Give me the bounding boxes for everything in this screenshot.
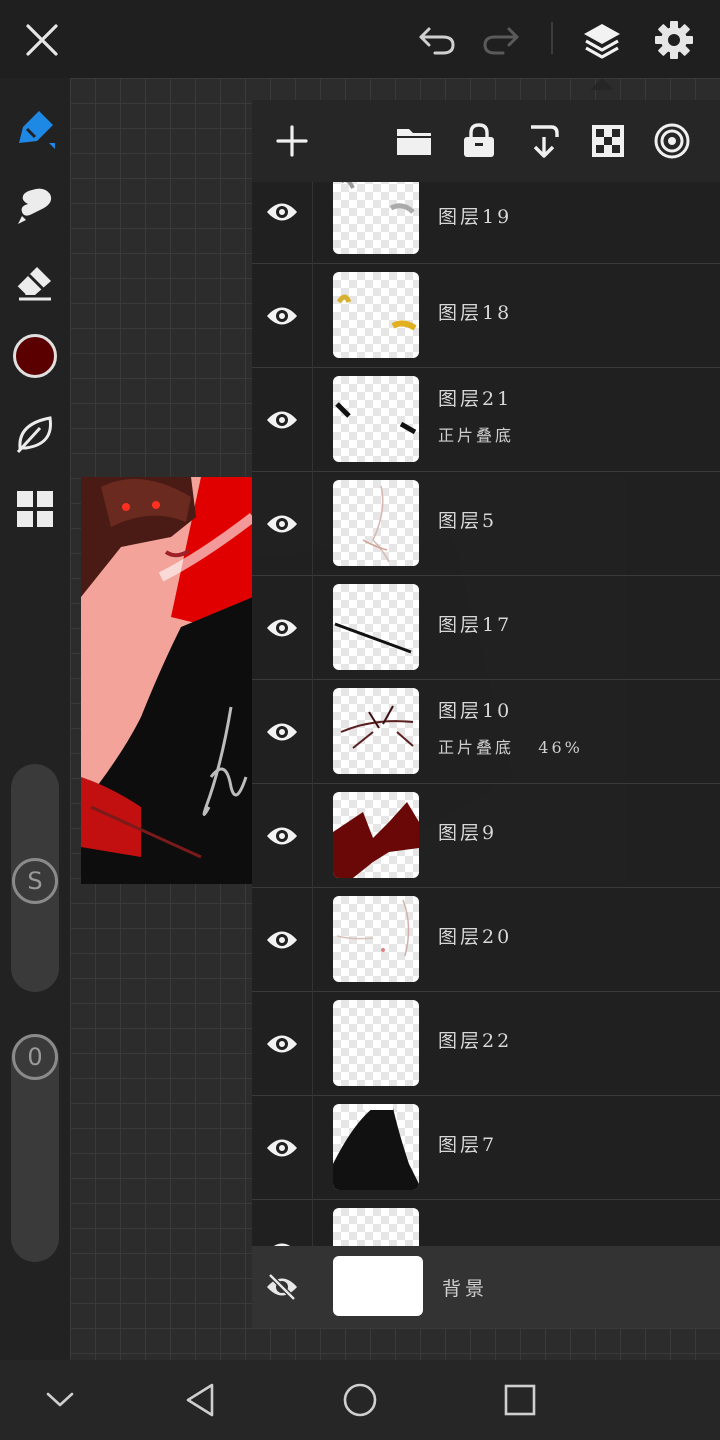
row-divider (312, 1096, 313, 1200)
blend-mode: 正片叠底 (438, 426, 515, 445)
layer-row[interactable]: 图层21 正片叠底 (252, 368, 720, 472)
eye-icon[interactable] (260, 190, 304, 234)
collapse-icon[interactable] (36, 1376, 84, 1424)
row-divider (312, 888, 313, 992)
eye-icon[interactable] (260, 294, 304, 338)
background-layer-row[interactable]: 背景 (252, 1246, 720, 1328)
layer-row[interactable]: 图层10 正片叠底 46% (252, 680, 720, 784)
smudge-icon[interactable] (10, 180, 60, 230)
row-divider (312, 680, 313, 784)
layer-row[interactable]: 图层18 (252, 264, 720, 368)
toolbar-divider (551, 22, 553, 54)
layer-row[interactable]: 图层7 (252, 1096, 720, 1200)
layer-thumbnail (333, 896, 419, 982)
undo-icon[interactable] (412, 16, 462, 64)
layer-panel-toolbar (252, 100, 720, 182)
layer-row[interactable]: 图层5 (252, 472, 720, 576)
size-slider-knob[interactable]: S (12, 858, 58, 904)
settings-icon[interactable] (648, 14, 700, 66)
eye-icon[interactable] (260, 502, 304, 546)
layer-row[interactable]: 图层9 (252, 784, 720, 888)
layer-name: 图层21 (438, 388, 513, 410)
row-divider (312, 992, 313, 1096)
top-bar (0, 0, 720, 78)
target-icon[interactable] (647, 116, 697, 166)
eye-icon[interactable] (260, 918, 304, 962)
layer-name: 图层10 (438, 700, 513, 722)
layers-icon[interactable] (576, 14, 628, 66)
layer-thumbnail (333, 182, 419, 254)
layer-name: 图层7 (438, 1134, 498, 1156)
eye-icon[interactable] (260, 710, 304, 754)
layer-row[interactable]: 图层22 (252, 992, 720, 1096)
transparency-icon[interactable] (583, 116, 633, 166)
app-root: S 0 图层19 图层18 图层21 正片叠底 图层5 图层17 图层10 正片… (0, 0, 720, 1440)
merge-down-icon[interactable] (519, 116, 569, 166)
redo-icon[interactable] (476, 16, 526, 64)
row-divider (312, 368, 313, 472)
layer-thumbnail (333, 480, 419, 566)
layer-name: 图层17 (438, 614, 513, 636)
row-divider (312, 472, 313, 576)
layer-list[interactable]: 图层19 图层18 图层21 正片叠底 图层5 图层17 图层10 正片叠底 4… (252, 182, 720, 1246)
leaf-icon[interactable] (10, 408, 60, 458)
layer-row[interactable]: 图层19 (252, 182, 720, 264)
layer-thumbnail (333, 584, 419, 670)
row-divider (312, 784, 313, 888)
eye-hidden-icon[interactable] (260, 1265, 304, 1309)
recents-icon[interactable] (496, 1376, 544, 1424)
add-icon[interactable] (267, 116, 317, 166)
layer-thumbnail (333, 1000, 419, 1086)
layer-thumbnail (333, 1104, 419, 1190)
layer-row[interactable]: 图层20 (252, 888, 720, 992)
background-thumbnail (333, 1256, 423, 1316)
layer-row[interactable] (252, 1200, 720, 1246)
eye-icon[interactable] (260, 814, 304, 858)
lock-icon[interactable] (454, 116, 504, 166)
layer-name: 图层20 (438, 926, 513, 948)
layer-name: 图层22 (438, 1030, 513, 1052)
opacity-slider-knob[interactable]: 0 (12, 1034, 58, 1080)
layer-name: 图层5 (438, 510, 498, 532)
layer-thumbnail (333, 688, 419, 774)
home-icon[interactable] (336, 1376, 384, 1424)
eye-icon[interactable] (260, 1126, 304, 1170)
blend-mode: 正片叠底 46% (438, 738, 583, 757)
layer-row[interactable]: 图层17 (252, 576, 720, 680)
color-swatch[interactable] (10, 331, 60, 381)
eye-icon[interactable] (260, 1230, 304, 1246)
eye-icon[interactable] (260, 398, 304, 442)
layer-thumbnail (333, 792, 419, 878)
layer-name: 图层18 (438, 302, 513, 324)
folder-icon[interactable] (389, 116, 439, 166)
layer-name: 图层9 (438, 822, 498, 844)
background-layer-name: 背景 (442, 1278, 489, 1300)
back-icon[interactable] (176, 1376, 224, 1424)
layer-thumbnail (333, 1208, 419, 1246)
pen-icon[interactable] (10, 104, 60, 154)
layer-thumbnail (333, 272, 419, 358)
row-divider (312, 182, 313, 264)
layer-panel: 图层19 图层18 图层21 正片叠底 图层5 图层17 图层10 正片叠底 4… (252, 100, 720, 1328)
layer-name: 图层19 (438, 206, 513, 228)
layer-thumbnail (333, 376, 419, 462)
tool-sidebar: S 0 (0, 78, 70, 1360)
artwork (81, 477, 253, 884)
grid-icon[interactable] (10, 484, 60, 534)
current-color (13, 334, 57, 378)
row-divider (312, 576, 313, 680)
row-divider (312, 1200, 313, 1246)
eraser-icon[interactable] (10, 256, 60, 306)
system-nav-bar (0, 1360, 720, 1440)
close-icon[interactable] (18, 16, 66, 64)
eye-icon[interactable] (260, 1022, 304, 1066)
row-divider (312, 264, 313, 368)
panel-pointer (590, 78, 614, 90)
eye-icon[interactable] (260, 606, 304, 650)
